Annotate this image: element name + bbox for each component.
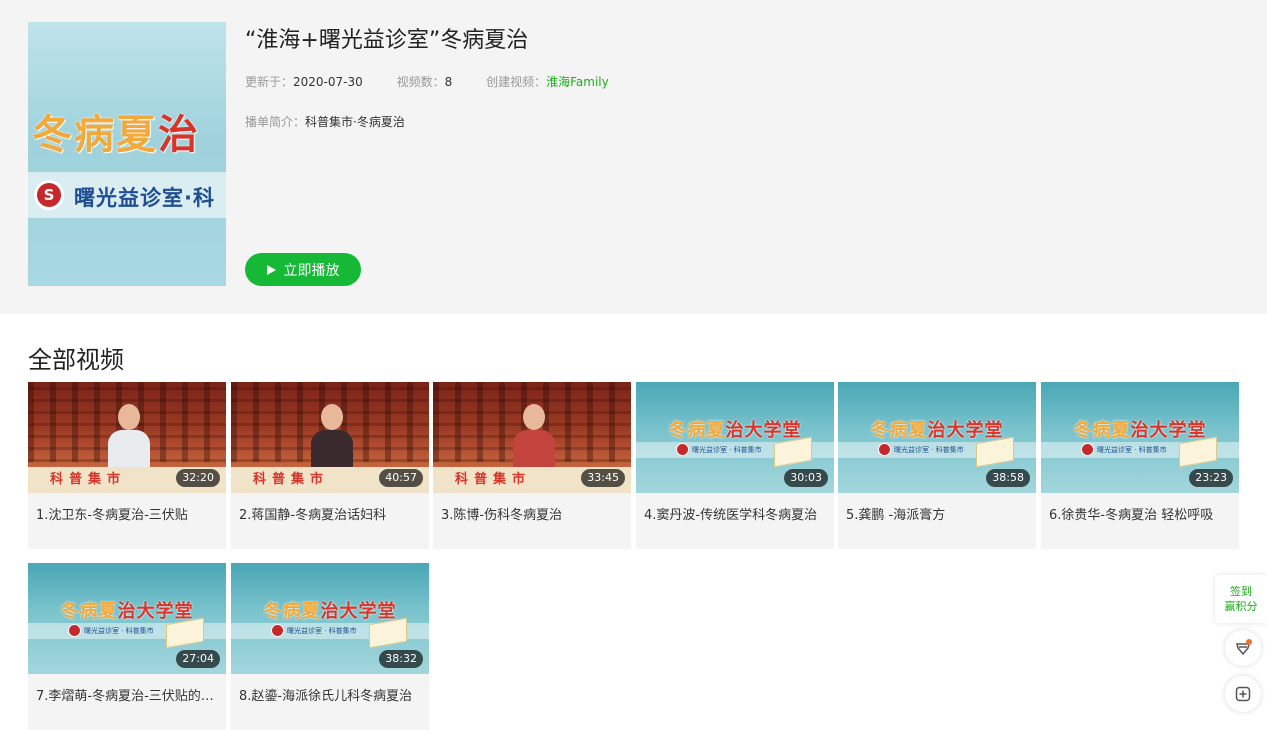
video-thumbnail[interactable]: 科普集市 40:57 — [231, 382, 429, 493]
play-icon — [266, 264, 276, 275]
thumb-logo — [68, 624, 81, 637]
video-title[interactable]: 4.窦丹波-传统医学科冬病夏治 — [644, 504, 828, 523]
playlist-header: 冬病夏治 S 曙光益诊室·科 “淮海+曙光益诊室”冬病夏治 更新于：2020-0… — [0, 0, 1267, 314]
video-duration: 32:20 — [176, 469, 220, 487]
all-videos-title: 全部视频 — [28, 346, 124, 374]
gift-button[interactable] — [1225, 630, 1261, 666]
thumb-logo — [271, 624, 284, 637]
book-icon — [976, 436, 1014, 468]
checkin-label-2: 赢积分 — [1224, 600, 1258, 613]
play-now-label: 立即播放 — [283, 262, 340, 279]
video-card[interactable]: 科普集市 33:45 3.陈博-伤科冬病夏治 — [433, 382, 631, 549]
updated-value: 2020-07-30 — [293, 75, 363, 89]
video-card[interactable]: 科普集市 40:57 2.蒋国静-冬病夏治话妇科 — [231, 382, 429, 549]
add-button[interactable] — [1225, 676, 1261, 712]
video-thumbnail[interactable]: 冬病夏治大学堂 曙光益诊室 · 科普集市 38:58 — [838, 382, 1036, 493]
intro-label: 播单简介： — [245, 115, 306, 129]
play-now-button[interactable]: 立即播放 — [245, 253, 361, 286]
video-card[interactable]: 冬病夏治大学堂 曙光益诊室 · 科普集市 38:32 8.赵鎏-海派徐氏儿科冬病夏治 — [231, 563, 429, 730]
playlist-meta: 更新于：2020-07-30 视频数：8 创建视频：淮海Family — [245, 73, 609, 90]
video-thumbnail[interactable]: 冬病夏治大学堂 曙光益诊室 · 科普集市 27:04 — [28, 563, 226, 674]
video-thumbnail[interactable]: 科普集市 32:20 — [28, 382, 226, 493]
video-duration: 23:23 — [1189, 469, 1233, 487]
cover-subtitle: 曙光益诊室·科 — [74, 186, 215, 210]
video-duration: 30:03 — [784, 469, 828, 487]
playlist-intro: 播单简介：科普集市·冬病夏治 — [245, 113, 405, 130]
thumb-logo — [878, 443, 891, 456]
video-title[interactable]: 6.徐贵华-冬病夏治 轻松呼吸 — [1049, 504, 1233, 523]
notification-dot — [1246, 639, 1252, 645]
video-thumbnail[interactable]: 冬病夏治大学堂 曙光益诊室 · 科普集市 30:03 — [636, 382, 834, 493]
count-label: 视频数： — [396, 75, 445, 89]
checkin-button[interactable]: 签到 赢积分 — [1215, 575, 1267, 623]
cover-logo: S — [34, 180, 64, 210]
video-thumbnail[interactable]: 科普集市 33:45 — [433, 382, 631, 493]
add-square-icon — [1235, 686, 1251, 702]
video-card[interactable]: 冬病夏治大学堂 曙光益诊室 · 科普集市 38:58 5.龚鹏 -海派膏方 — [838, 382, 1036, 549]
checkin-label-1: 签到 — [1230, 585, 1252, 598]
playlist-cover-image: 冬病夏治 S 曙光益诊室·科 — [28, 22, 226, 286]
video-duration: 27:04 — [176, 650, 220, 668]
video-card[interactable]: 冬病夏治大学堂 曙光益诊室 · 科普集市 27:04 7.李熠萌-冬病夏治-三伏贴的应… — [28, 563, 226, 730]
video-title[interactable]: 3.陈博-伤科冬病夏治 — [441, 504, 625, 523]
video-thumbnail[interactable]: 冬病夏治大学堂 曙光益诊室 · 科普集市 23:23 — [1041, 382, 1239, 493]
video-title[interactable]: 5.龚鹏 -海派膏方 — [846, 504, 1030, 523]
video-card[interactable]: 冬病夏治大学堂 曙光益诊室 · 科普集市 30:03 4.窦丹波-传统医学科冬病夏治 — [636, 382, 834, 549]
thumb-logo — [676, 443, 689, 456]
book-icon — [774, 436, 812, 468]
video-duration: 33:45 — [581, 469, 625, 487]
book-icon — [369, 617, 407, 649]
cover-title: 冬病夏治 — [32, 111, 200, 158]
presenter-head — [523, 404, 545, 430]
video-duration: 38:58 — [986, 469, 1030, 487]
video-title[interactable]: 1.沈卫东-冬病夏治-三伏贴 — [36, 504, 220, 523]
intro-value: 科普集市·冬病夏治 — [305, 115, 405, 129]
video-title[interactable]: 2.蒋国静-冬病夏治话妇科 — [239, 504, 423, 523]
video-card[interactable]: 科普集市 32:20 1.沈卫东-冬病夏治-三伏贴 — [28, 382, 226, 549]
video-duration: 38:32 — [379, 650, 423, 668]
count-value: 8 — [444, 75, 453, 89]
thumb-logo — [1081, 443, 1094, 456]
updated-label: 更新于： — [245, 75, 294, 89]
video-title[interactable]: 7.李熠萌-冬病夏治-三伏贴的应用 — [36, 685, 220, 704]
presenter-head — [118, 404, 140, 430]
video-duration: 40:57 — [379, 469, 423, 487]
book-icon — [166, 617, 204, 649]
video-thumbnail[interactable]: 冬病夏治大学堂 曙光益诊室 · 科普集市 38:32 — [231, 563, 429, 674]
video-title[interactable]: 8.赵鎏-海派徐氏儿科冬病夏治 — [239, 685, 423, 704]
book-icon — [1179, 436, 1217, 468]
playlist-title: “淮海+曙光益诊室”冬病夏治 — [245, 28, 529, 53]
presenter-head — [321, 404, 343, 430]
creator-link[interactable]: 淮海Family — [546, 75, 609, 89]
video-card[interactable]: 冬病夏治大学堂 曙光益诊室 · 科普集市 23:23 6.徐贵华-冬病夏治 轻松呼吸 — [1041, 382, 1239, 549]
creator-label: 创建视频： — [486, 75, 547, 89]
